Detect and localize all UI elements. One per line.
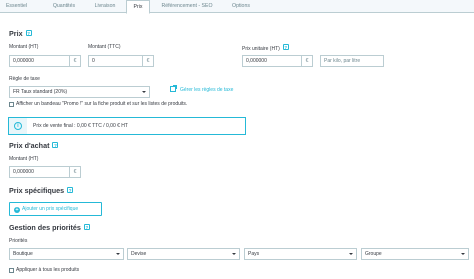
achat-ht-label: Montant (HT) [9, 156, 39, 162]
prix-ht-label: Montant (HT) [9, 44, 39, 50]
unit-price-input[interactable]: 0,000000 [242, 55, 302, 67]
unit-text-placeholder: Par kilo, par litre [324, 58, 361, 64]
priority-select-1-value: Boutique [13, 251, 33, 257]
tax-rule-value: FR Taux standard (20%) [13, 89, 68, 95]
priority-select-4[interactable]: Groupe [361, 248, 469, 260]
unit-text-input[interactable]: Par kilo, par litre [320, 55, 384, 67]
tab-quantites[interactable]: Quantités [44, 0, 84, 13]
priorites-title: Gestion des priorités [9, 223, 81, 232]
apply-all-checkbox[interactable]: Appliquer à tous les produits [9, 267, 79, 273]
prix-ht-input[interactable]: 0,000000 [9, 55, 70, 67]
alert-icon-area: i [9, 118, 27, 134]
checkbox-icon[interactable] [9, 101, 14, 107]
tab-essentiel[interactable]: Essentiel [0, 0, 33, 13]
currency-addon: € [70, 166, 81, 178]
plus-icon: + [14, 206, 20, 213]
tab-options[interactable]: Options [226, 0, 256, 13]
currency-addon: € [143, 55, 154, 67]
prix-heading: Prix? [9, 29, 32, 38]
add-specific-price-label: Ajouter un prix spécifique [22, 206, 79, 212]
manage-tax-rules-text: Gérer les règles de taxe [180, 87, 234, 93]
priority-select-2-value: Devise [131, 251, 147, 257]
achat-ht-input[interactable]: 0,000000 [9, 166, 70, 178]
currency-addon: € [70, 55, 81, 67]
tab-bar: Essentiel Quantités Livraison Prix Référ… [0, 0, 474, 14]
priority-select-4-value: Groupe [365, 251, 382, 257]
external-link-icon [170, 85, 177, 92]
chevron-down-icon [349, 253, 353, 255]
tab-prix[interactable]: Prix [126, 0, 150, 14]
chevron-down-icon [461, 253, 465, 255]
prix-ttc-input[interactable]: 0 [88, 55, 143, 67]
promo-label: Afficher un bandeau "Promo !" sur la fic… [16, 101, 188, 107]
priority-select-3[interactable]: Pays [244, 248, 357, 260]
info-icon: i [14, 122, 22, 130]
currency-addon: € [302, 55, 313, 67]
tab-livraison[interactable]: Livraison [86, 0, 124, 13]
prix-ttc-label: Montant (TTC) [88, 44, 121, 50]
apply-all-label: Appliquer à tous les produits [16, 267, 80, 273]
promo-checkbox[interactable]: Afficher un bandeau "Promo !" sur la fic… [9, 101, 187, 107]
help-icon[interactable]: ? [282, 44, 289, 50]
priority-select-1[interactable]: Boutique [9, 248, 124, 260]
specifiques-heading: Prix spécifiques? [9, 186, 74, 195]
help-icon[interactable]: ? [25, 30, 32, 36]
final-price-alert: i Prix de vente final : 0,00 € TTC / 0,0… [8, 117, 246, 135]
chevron-down-icon [232, 253, 236, 255]
help-icon[interactable]: ? [83, 224, 90, 230]
tab-referencement-seo[interactable]: Référencement - SEO [156, 0, 218, 13]
chevron-down-icon [116, 253, 120, 255]
achat-title: Prix d'achat [9, 141, 50, 150]
achat-heading: Prix d'achat? [9, 141, 59, 150]
priorites-heading: Gestion des priorités? [9, 223, 90, 232]
prix-title: Prix [9, 29, 23, 38]
manage-tax-rules-link[interactable]: Gérer les règles de taxe [170, 85, 234, 93]
add-specific-price-button[interactable]: + Ajouter un prix spécifique [9, 202, 102, 216]
specifiques-title: Prix spécifiques [9, 186, 65, 195]
priorites-label: Priorités [9, 238, 28, 244]
help-icon[interactable]: ? [52, 142, 59, 148]
unit-price-label: Prix unitaire (HT)? [242, 44, 289, 52]
help-icon[interactable]: ? [67, 187, 74, 193]
priority-select-2[interactable]: Devise [127, 248, 240, 260]
chevron-down-icon [142, 91, 146, 93]
tax-rule-select[interactable]: FR Taux standard (20%) [9, 86, 150, 98]
tax-rule-label: Règle de taxe [9, 76, 40, 82]
checkbox-icon[interactable] [9, 267, 14, 273]
unit-price-label-text: Prix unitaire (HT) [242, 46, 280, 52]
final-price-text: Prix de vente final : 0,00 € TTC / 0,00 … [33, 123, 128, 129]
priority-select-3-value: Pays [248, 251, 260, 257]
